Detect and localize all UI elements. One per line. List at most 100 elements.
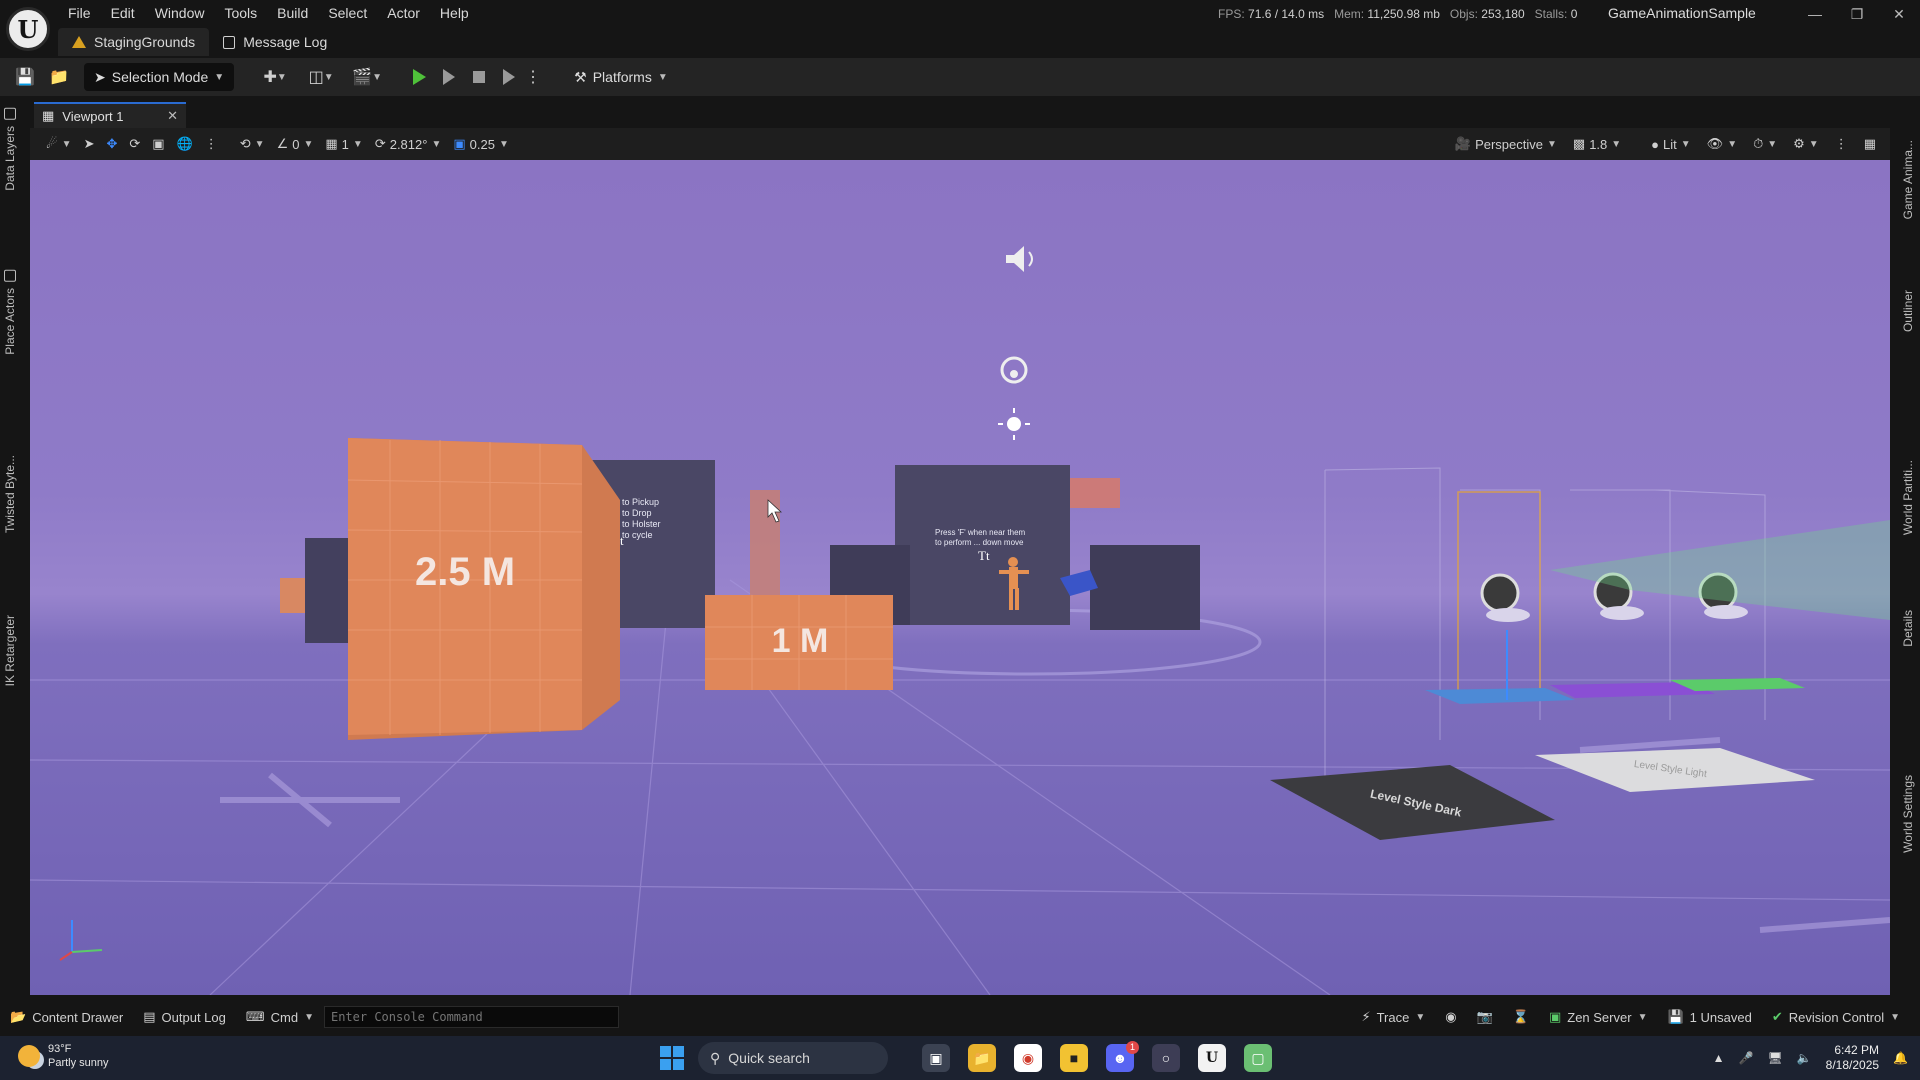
play-options-icon[interactable]: ⋮ xyxy=(524,62,542,92)
menu-file[interactable]: File xyxy=(58,2,101,24)
blueprint-icon[interactable]: ◫ ▼ xyxy=(298,62,344,92)
tab-twisted-byte[interactable]: Twisted Byte... xyxy=(3,455,17,533)
scale-snap-icon: ▣ xyxy=(453,136,466,151)
weather-condition: Partly sunny xyxy=(48,1057,109,1069)
weather-widget[interactable]: 93°F Partly sunny xyxy=(18,1042,109,1070)
close-icon[interactable]: ✕ xyxy=(167,108,178,124)
main-toolbar: 💾 📁 ➤ Selection Mode ▼ ✚ ▼ ◫ ▼ 🎬 ▼ ⋮ ⚒ Plat… xyxy=(0,58,1920,96)
content-drawer-button[interactable]: 📂 Content Drawer xyxy=(0,1009,133,1025)
objs-value: 253,180 xyxy=(1481,7,1525,21)
cinematics-icon[interactable]: 🎬 ▼ xyxy=(344,62,390,92)
menu-select[interactable]: Select xyxy=(318,2,377,24)
scene-render: to Pickup to Drop to Holster to cycle Tt… xyxy=(30,246,1890,995)
app-icon[interactable]: ▢ xyxy=(1244,1044,1272,1072)
more-options-icon[interactable]: ⋮ xyxy=(199,131,224,157)
add-actor-icon[interactable]: ✚ ▼ xyxy=(252,62,298,92)
tab-data-layers[interactable]: Data Layers xyxy=(3,108,17,191)
grid-snap-icon: ▦ xyxy=(325,136,338,151)
tab-world-partition[interactable]: World Partiti... xyxy=(1901,460,1915,535)
zen-server-label: Zen Server xyxy=(1567,1009,1632,1025)
content-drawer-label: Content Drawer xyxy=(32,1009,124,1025)
menu-actor[interactable]: Actor xyxy=(377,2,430,24)
chevron-down-icon: ▼ xyxy=(1637,1011,1648,1023)
revision-control-label: Revision Control xyxy=(1788,1009,1885,1025)
trace-dropdown[interactable]: ⚡ Trace ▼ xyxy=(1351,1009,1435,1025)
unreal-engine-taskbar-icon[interactable]: U xyxy=(1198,1044,1226,1072)
chevron-down-icon: ▼ xyxy=(657,71,668,83)
menu-help[interactable]: Help xyxy=(430,2,479,24)
microphone-icon[interactable]: 🎤 xyxy=(1739,1051,1754,1065)
camera-speed-dropdown[interactable]: ▩ 1.8 ▼ xyxy=(1567,131,1627,157)
lighting-dropdown[interactable]: ● Lit ▼ xyxy=(1645,131,1697,157)
chrome-icon[interactable]: ◉ xyxy=(1014,1044,1042,1072)
layout-icon[interactable]: ▦ xyxy=(1858,131,1882,157)
minimize-icon[interactable]: — xyxy=(1794,0,1836,28)
selection-mode-dropdown[interactable]: ➤ Selection Mode ▼ xyxy=(84,63,235,91)
taskbar-search[interactable]: ⚲ Quick search xyxy=(698,1042,888,1074)
chevron-up-icon[interactable]: ▲ xyxy=(1713,1051,1725,1065)
save-icon[interactable]: 💾 xyxy=(8,62,42,92)
hourglass-icon[interactable]: ⌛ xyxy=(1503,1009,1539,1025)
github-icon[interactable]: ○ xyxy=(1152,1044,1180,1072)
cmd-dropdown[interactable]: ⌨ Cmd ▼ xyxy=(236,1009,324,1025)
network-icon[interactable]: 🖥 xyxy=(1767,1051,1782,1065)
translate-tool-icon[interactable]: ✥ xyxy=(100,131,123,157)
zen-server-dropdown[interactable]: ▣ Zen Server ▼ xyxy=(1539,1009,1658,1025)
play-button[interactable] xyxy=(404,63,434,91)
record-icon[interactable]: ◉ xyxy=(1435,1009,1466,1025)
menu-edit[interactable]: Edit xyxy=(101,2,145,24)
step-button[interactable] xyxy=(434,63,464,91)
sticky-notes-icon[interactable]: ■ xyxy=(1060,1044,1088,1072)
tab-message-log[interactable]: Message Log xyxy=(209,28,341,56)
surface-snap-icon[interactable]: ⟲ ▼ xyxy=(234,131,271,157)
level-viewport[interactable]: to Pickup to Drop to Holster to cycle Tt… xyxy=(30,160,1890,995)
scale-tool-icon[interactable]: ▣ xyxy=(146,131,170,157)
clock[interactable]: 6:42 PM 8/18/2025 xyxy=(1826,1043,1879,1073)
unreal-logo-icon[interactable]: U xyxy=(6,7,50,51)
volume-icon[interactable]: 🔈 xyxy=(1797,1051,1812,1065)
view-mode-dropdown[interactable]: 🎥 Perspective ▼ xyxy=(1449,131,1563,157)
scale-snap-dropdown[interactable]: ▣ 0.25 ▼ xyxy=(447,131,515,157)
stalls-label: Stalls: xyxy=(1534,7,1568,21)
task-view-icon[interactable]: ▣ xyxy=(922,1044,950,1072)
menu-window[interactable]: Window xyxy=(145,2,215,24)
stop-button[interactable] xyxy=(464,63,494,91)
notifications-icon[interactable]: 🔔 xyxy=(1893,1051,1908,1065)
output-log-button[interactable]: ▤ Output Log xyxy=(133,1009,236,1025)
browse-icon[interactable]: 📁 xyxy=(42,62,76,92)
transform-tools-menu-icon[interactable]: ☄ ▼ xyxy=(40,131,78,157)
settings-icon[interactable]: ⚙ ▼ xyxy=(1787,131,1825,157)
eject-button[interactable] xyxy=(494,63,524,91)
tab-place-actors[interactable]: Place Actors xyxy=(3,270,17,355)
tab-viewport-1[interactable]: ▦ Viewport 1 ✕ xyxy=(34,102,186,128)
world-space-icon[interactable]: 🌐 xyxy=(171,131,199,157)
performance-icon[interactable]: ⏱ ▼ xyxy=(1747,131,1783,157)
tab-game-animation[interactable]: Game Anima... xyxy=(1901,140,1915,219)
angle-snap-dropdown[interactable]: ∠ 0 ▼ xyxy=(271,131,320,157)
console-command-input[interactable] xyxy=(323,1006,619,1028)
unsaved-button[interactable]: 💾 1 Unsaved xyxy=(1657,1009,1761,1025)
show-flags-icon[interactable]: 👁 ▼ xyxy=(1701,131,1743,157)
tab-details[interactable]: Details xyxy=(1901,610,1915,647)
tab-staging-grounds[interactable]: StagingGrounds xyxy=(58,28,210,56)
rotate-tool-icon[interactable]: ⟳ xyxy=(123,131,146,157)
tab-ik-retargeter[interactable]: IK Retargeter xyxy=(3,615,17,686)
tab-label: Twisted Byte... xyxy=(3,455,17,534)
menu-tools[interactable]: Tools xyxy=(214,2,267,24)
grid-snap-dropdown[interactable]: ▦ 1 ▼ xyxy=(319,131,368,157)
restore-icon[interactable]: ❐ xyxy=(1836,0,1878,28)
play-icon xyxy=(412,69,426,85)
tab-world-settings[interactable]: World Settings xyxy=(1901,775,1915,853)
revision-control-dropdown[interactable]: ✔ Revision Control ▼ xyxy=(1762,1009,1910,1025)
file-explorer-icon[interactable]: 📁 xyxy=(968,1044,996,1072)
screenshot-icon[interactable]: 📷 xyxy=(1467,1009,1503,1025)
wall-text-line: to perform ... down move xyxy=(935,538,1024,547)
tab-outliner[interactable]: Outliner xyxy=(1901,290,1915,332)
viewport-options-icon[interactable]: ⋮ xyxy=(1829,131,1854,157)
menu-build[interactable]: Build xyxy=(267,2,318,24)
select-tool-icon[interactable]: ➤ xyxy=(78,131,101,157)
start-button-icon[interactable] xyxy=(660,1046,684,1070)
platforms-dropdown[interactable]: ⚒ Platforms ▼ xyxy=(564,63,678,91)
close-window-icon[interactable]: ✕ xyxy=(1878,0,1920,28)
rotation-snap-dropdown[interactable]: ⟳ 2.812° ▼ xyxy=(369,131,448,157)
